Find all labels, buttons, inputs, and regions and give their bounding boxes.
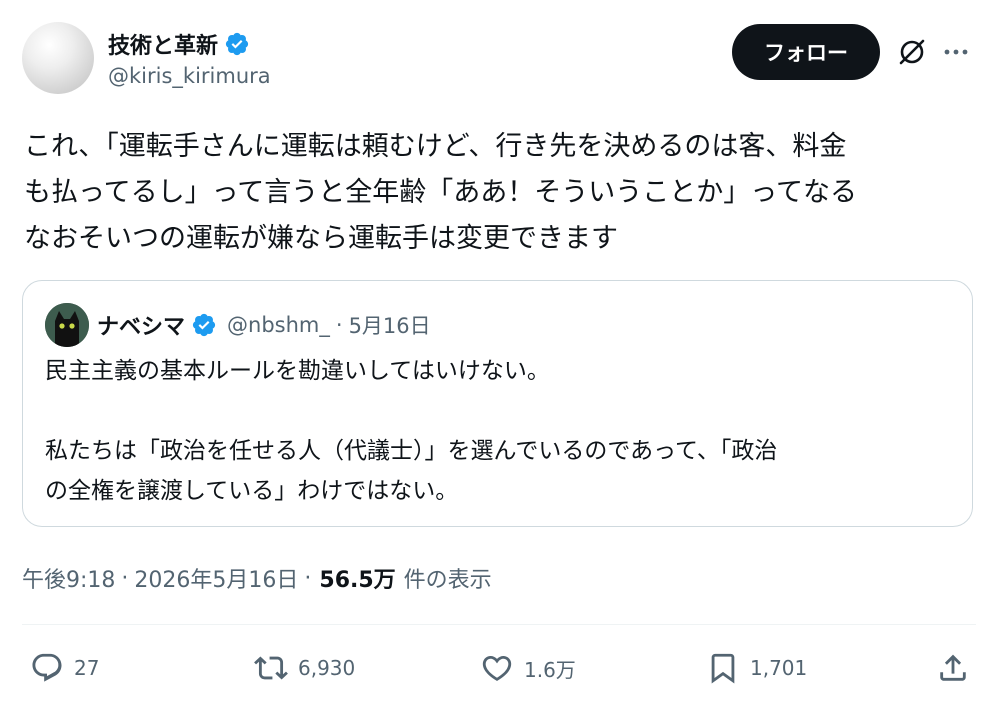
- verified-badge-icon: [192, 313, 216, 337]
- quoted-tweet-text: 民主主義の基本ルールを勘違いしてはいけない。 私たちは「政治を任せる人（代議士）…: [45, 358, 778, 504]
- dot-separator: ·: [335, 313, 343, 337]
- views-label: 件の表示: [403, 568, 492, 593]
- quoted-author-avatar[interactable]: [45, 303, 89, 347]
- tweet-timestamp-row: 午後9:18 · 2026年5月16日 · 56.5万 件の表示: [22, 558, 492, 598]
- tweet-action-bar: 27 6,930 1.6万 1,701: [22, 640, 976, 696]
- verified-badge-icon: [225, 32, 249, 56]
- tweet-text-line: も払ってるし」って言うと全年齢「ああ！そういうことか」ってなる: [24, 177, 857, 208]
- bookmark-button[interactable]: 1,701: [706, 646, 807, 690]
- share-button[interactable]: [936, 646, 970, 690]
- dot-separator: ·: [304, 565, 312, 591]
- repost-count: 6,930: [298, 656, 356, 680]
- follow-button[interactable]: フォロー: [732, 24, 880, 80]
- author-handle[interactable]: @kiris_kirimura: [108, 64, 271, 88]
- grok-icon[interactable]: [896, 36, 928, 68]
- quoted-author-handle[interactable]: @nbshm_: [227, 313, 330, 337]
- views-count: 56.5万: [319, 568, 396, 593]
- quoted-tweet-card[interactable]: ナベシマ @nbshm_ · 5月16日 民主主義の基本ルールを勘違いしてはいけ…: [22, 280, 973, 527]
- tweet-text-line: なおそいつの運転が嫌なら運転手は変更できます: [24, 223, 618, 254]
- reply-count: 27: [74, 656, 100, 680]
- tweet-text: これ、「運転手さんに運転は頼むけど、行き先を決めるのは客、料金 も払ってるし」っ…: [24, 124, 979, 262]
- quoted-tweet-date[interactable]: 5月16日: [349, 310, 431, 340]
- author-avatar[interactable]: [22, 22, 94, 94]
- reply-button[interactable]: 27: [30, 646, 99, 690]
- more-icon[interactable]: [940, 36, 972, 68]
- black-cat-icon: [45, 303, 89, 347]
- like-count: 1.6万: [524, 657, 576, 682]
- reply-icon: [32, 653, 62, 682]
- share-icon: [940, 654, 966, 681]
- repost-icon: [254, 656, 288, 680]
- like-button[interactable]: 1.6万: [480, 646, 576, 690]
- bookmark-icon: [711, 653, 735, 684]
- divider: [22, 624, 976, 625]
- author-display-name[interactable]: 技術と革新: [108, 28, 218, 60]
- dot-separator: ·: [121, 565, 129, 591]
- tweet-text-line: これ、「運転手さんに運転は頼むけど、行き先を決めるのは客、料金: [24, 131, 847, 162]
- tweet-time[interactable]: 午後9:18: [22, 562, 115, 594]
- like-icon: [482, 655, 512, 681]
- repost-button[interactable]: 6,930: [254, 646, 355, 690]
- bookmark-count: 1,701: [750, 656, 808, 680]
- tweet-header: 技術と革新 @kiris_kirimura フォロー: [22, 22, 976, 96]
- tweet-date[interactable]: 2026年5月16日: [134, 562, 298, 594]
- quoted-author-display-name[interactable]: ナベシマ: [97, 309, 185, 341]
- author-name-row: 技術と革新: [108, 28, 250, 60]
- quoted-tweet-header: ナベシマ @nbshm_ · 5月16日: [45, 303, 431, 347]
